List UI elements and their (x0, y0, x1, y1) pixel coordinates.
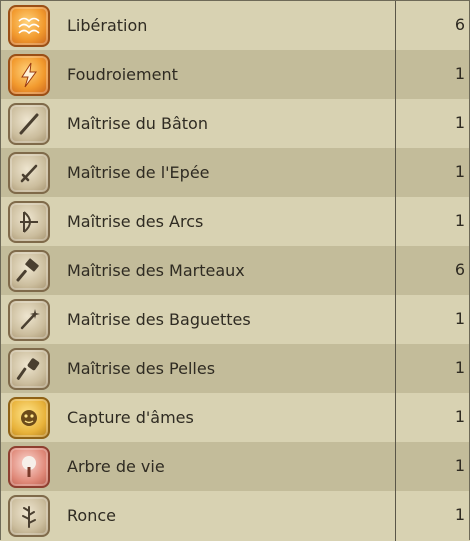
icon-cell (1, 393, 57, 442)
spell-level: 1 (454, 162, 465, 181)
bow-mastery-icon (8, 200, 50, 243)
soul-capture-icon (8, 396, 50, 439)
icon-cell (1, 442, 57, 491)
spell-level: 1 (454, 505, 465, 524)
icon-cell (1, 197, 57, 246)
tree-of-life-icon (8, 445, 50, 488)
column-divider (395, 1, 396, 541)
spell-level: 1 (454, 407, 465, 426)
sword-mastery-icon (8, 151, 50, 194)
spell-level: 6 (454, 15, 465, 34)
icon-cell (1, 1, 57, 50)
lightning-strike-icon (8, 53, 50, 96)
spell-level: 1 (454, 211, 465, 230)
staff-mastery-icon (8, 102, 50, 145)
spell-level: 1 (454, 113, 465, 132)
icon-cell (1, 246, 57, 295)
wand-mastery-icon (8, 298, 50, 341)
icon-cell (1, 344, 57, 393)
icon-cell (1, 491, 57, 540)
liberation-icon (8, 4, 50, 47)
hammer-mastery-icon (8, 249, 50, 292)
spell-level: 6 (454, 260, 465, 279)
icon-cell (1, 99, 57, 148)
spell-level: 1 (454, 456, 465, 475)
icon-cell (1, 50, 57, 99)
spell-level: 1 (454, 64, 465, 83)
spell-level: 1 (454, 358, 465, 377)
bramble-icon (8, 494, 50, 537)
spell-level: 1 (454, 309, 465, 328)
shovel-mastery-icon (8, 347, 50, 390)
icon-cell (1, 295, 57, 344)
icon-cell (1, 148, 57, 197)
spell-list: Libération Foudroiement Maîtrise du Bâto… (0, 0, 470, 541)
